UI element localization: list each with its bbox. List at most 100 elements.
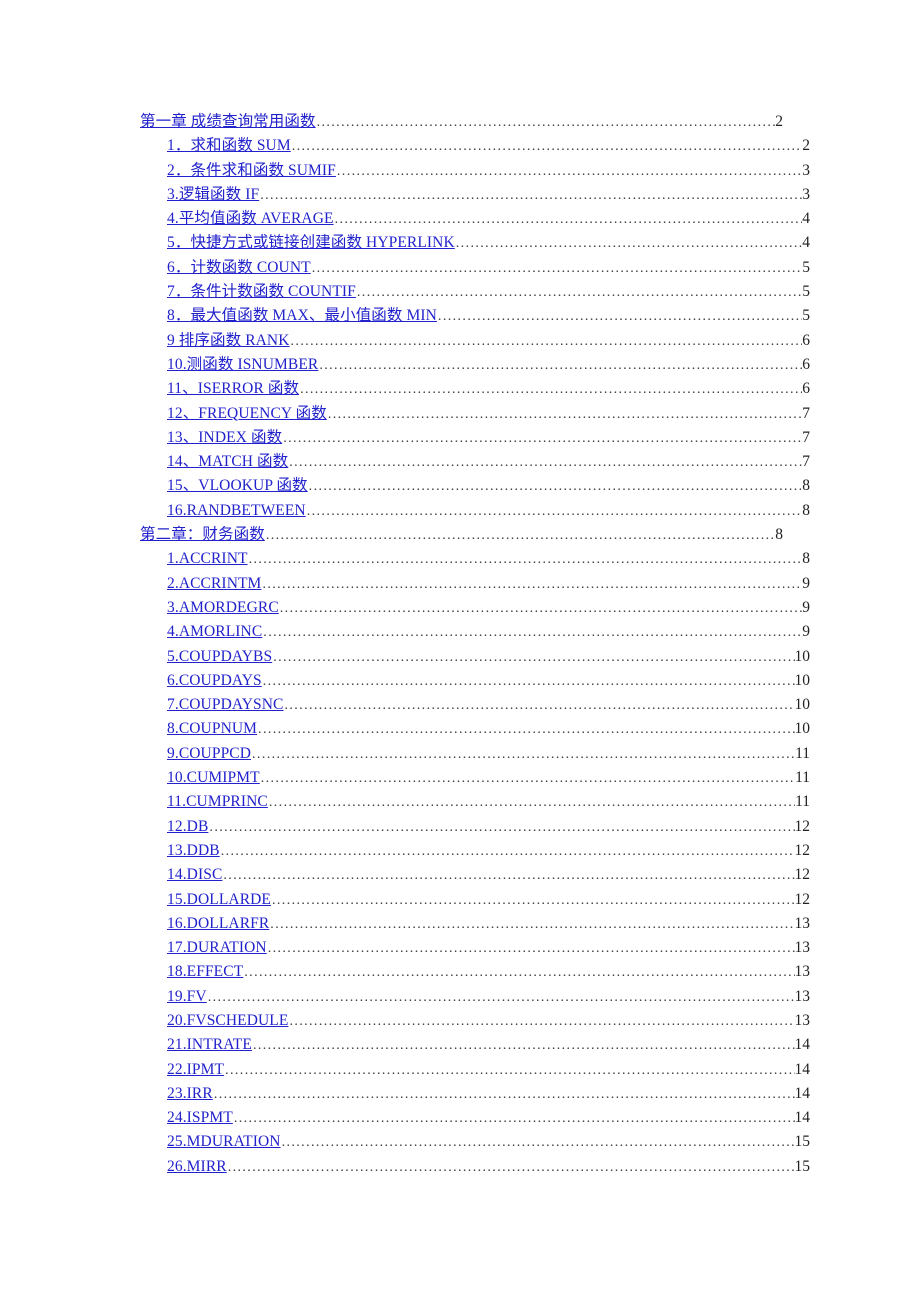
toc-dot-leader xyxy=(284,694,794,717)
toc-page-number: 14 xyxy=(794,1109,811,1127)
toc-entry-title: 7．条件计数函数 COUNTIF xyxy=(167,283,356,301)
toc-entry[interactable]: 9.COUPPCD 11 xyxy=(140,742,810,766)
toc-entry[interactable]: 16.RANDBETWEEN 8 xyxy=(140,499,810,523)
toc-entry[interactable]: 6.COUPDAYS 10 xyxy=(140,669,810,693)
toc-entry[interactable]: 11、ISERROR 函数 6 xyxy=(140,377,810,401)
table-of-contents: 第一章 成绩查询常用函数 2 1．求和函数 SUM 2 2．条件求和函数 SUMIF 3… xyxy=(140,110,810,1179)
toc-entry-title: 22.IPMT xyxy=(167,1060,225,1078)
toc-entry[interactable]: 14、MATCH 函数 7 xyxy=(140,450,810,474)
toc-entry[interactable]: 4.平均值函数 AVERAGE 4 xyxy=(140,207,810,231)
toc-entry-title: 15.DOLLARDE xyxy=(167,890,271,908)
toc-page-number: 11 xyxy=(795,769,810,787)
toc-entry[interactable]: 4.AMORLINC 9 xyxy=(140,620,810,644)
toc-entry[interactable]: 23.IRR 14 xyxy=(140,1082,810,1106)
toc-page-number: 15 xyxy=(794,1157,811,1175)
toc-entry[interactable]: 24.ISPMT 14 xyxy=(140,1106,810,1130)
toc-entry-title: 1．求和函数 SUM xyxy=(167,137,291,155)
toc-dot-leader xyxy=(268,937,795,960)
toc-entry-title: 2．条件求和函数 SUMIF xyxy=(167,161,336,179)
toc-entry[interactable]: 2．条件求和函数 SUMIF 3 xyxy=(140,159,810,183)
toc-dot-leader xyxy=(258,718,794,741)
toc-page-number: 2 xyxy=(775,113,783,130)
toc-entry[interactable]: 2.ACCRINTM 9 xyxy=(140,572,810,596)
toc-entry[interactable]: 5.COUPDAYBS 10 xyxy=(140,645,810,669)
toc-entry[interactable]: 1.ACCRINT 8 xyxy=(140,547,810,571)
toc-entry-title: 6．计数函数 COUNT xyxy=(167,258,311,276)
toc-entry-title: 23.IRR xyxy=(167,1084,213,1102)
toc-entry[interactable]: 18.EFFECT 13 xyxy=(140,960,810,984)
toc-dot-leader xyxy=(272,889,795,912)
toc-entry-title: 16.DOLLARFR xyxy=(167,914,270,932)
toc-entry-title: 21.INTRATE xyxy=(167,1036,252,1054)
toc-dot-leader xyxy=(253,1034,795,1057)
toc-entry[interactable]: 5．快捷方式或链接创建函数 HYPERLINK 4 xyxy=(140,231,810,255)
toc-entry[interactable]: 10.测函数 ISNUMBER 6 xyxy=(140,353,810,377)
toc-entry-title: 11.CUMPRINC xyxy=(167,793,268,811)
toc-page-number: 13 xyxy=(794,987,811,1005)
toc-entry[interactable]: 3.逻辑函数 IF 3 xyxy=(140,183,810,207)
toc-entry-title: 10.测函数 ISNUMBER xyxy=(167,355,319,373)
toc-page-number: 8 xyxy=(802,501,810,519)
toc-entry[interactable]: 7．条件计数函数 COUNTIF 5 xyxy=(140,280,810,304)
toc-entry[interactable]: 16.DOLLARFR 13 xyxy=(140,912,810,936)
toc-page-number: 12 xyxy=(794,890,811,908)
toc-entry[interactable]: 6．计数函数 COUNT 5 xyxy=(140,256,810,280)
toc-entry[interactable]: 26.MIRR 15 xyxy=(140,1155,810,1179)
toc-page-number: 12 xyxy=(794,841,811,859)
toc-entry[interactable]: 17.DURATION 13 xyxy=(140,936,810,960)
toc-dot-leader xyxy=(300,378,802,401)
toc-page-number: 5 xyxy=(802,258,810,276)
toc-entry[interactable]: 12、FREQUENCY 函数 7 xyxy=(140,402,810,426)
toc-page-number: 6 xyxy=(802,331,810,349)
toc-dot-leader xyxy=(249,548,803,571)
toc-dot-leader xyxy=(289,451,802,474)
toc-entry[interactable]: 第二章：财务函数 8 xyxy=(140,523,783,547)
toc-entry-title: 1.ACCRINT xyxy=(167,550,248,568)
toc-entry[interactable]: 12.DB 12 xyxy=(140,815,810,839)
toc-entry-title: 25.MDURATION xyxy=(167,1133,281,1151)
toc-entry[interactable]: 10.CUMIPMT 11 xyxy=(140,766,810,790)
toc-dot-leader xyxy=(319,354,802,377)
toc-entry[interactable]: 14.DISC 12 xyxy=(140,863,810,887)
toc-entry-title: 4.AMORLINC xyxy=(167,623,263,641)
toc-entry-title: 11、ISERROR 函数 xyxy=(167,380,300,398)
toc-entry[interactable]: 11.CUMPRINC 11 xyxy=(140,790,810,814)
toc-entry-title: 14.DISC xyxy=(167,866,223,884)
toc-entry-title: 第一章 成绩查询常用函数 xyxy=(140,113,316,130)
toc-entry[interactable]: 8.COUPNUM 10 xyxy=(140,717,810,741)
toc-entry[interactable]: 1．求和函数 SUM 2 xyxy=(140,134,810,158)
toc-page-number: 9 xyxy=(802,574,810,592)
toc-page-number: 13 xyxy=(794,1011,811,1029)
toc-dot-leader xyxy=(289,1010,794,1033)
toc-entry-title: 3.AMORDEGRC xyxy=(167,598,279,616)
toc-dot-leader xyxy=(266,524,775,547)
toc-dot-leader xyxy=(312,257,803,280)
toc-page-number: 10 xyxy=(794,696,811,714)
toc-dot-leader xyxy=(280,597,802,620)
toc-dot-leader xyxy=(263,621,802,644)
toc-page-number: 15 xyxy=(794,1133,811,1151)
toc-entry[interactable]: 8．最大值函数 MAX、最小值函数 MIN 5 xyxy=(140,304,810,328)
toc-entry[interactable]: 15、VLOOKUP 函数 8 xyxy=(140,474,810,498)
toc-entry[interactable]: 25.MDURATION 15 xyxy=(140,1130,810,1154)
toc-entry[interactable]: 15.DOLLARDE 12 xyxy=(140,888,810,912)
toc-entry-title: 12、FREQUENCY 函数 xyxy=(167,404,327,422)
toc-page-number: 13 xyxy=(794,914,811,932)
toc-entry-title: 15、VLOOKUP 函数 xyxy=(167,477,308,495)
toc-entry[interactable]: 20.FVSCHEDULE 13 xyxy=(140,1009,810,1033)
toc-entry[interactable]: 19.FV 13 xyxy=(140,985,810,1009)
toc-entry[interactable]: 9 排序函数 RANK 6 xyxy=(140,329,810,353)
toc-dot-leader xyxy=(270,913,794,936)
toc-entry[interactable]: 22.IPMT 14 xyxy=(140,1058,810,1082)
toc-dot-leader xyxy=(214,1083,795,1106)
toc-dot-leader xyxy=(307,500,803,523)
toc-entry-title: 19.FV xyxy=(167,987,207,1005)
toc-entry[interactable]: 3.AMORDEGRC 9 xyxy=(140,596,810,620)
toc-entry[interactable]: 21.INTRATE 14 xyxy=(140,1033,810,1057)
toc-dot-leader xyxy=(208,986,795,1009)
toc-entry-title: 17.DURATION xyxy=(167,939,267,957)
toc-entry[interactable]: 13、INDEX 函数 7 xyxy=(140,426,810,450)
toc-entry[interactable]: 第一章 成绩查询常用函数 2 xyxy=(140,110,783,134)
toc-entry[interactable]: 7.COUPDAYSNC 10 xyxy=(140,693,810,717)
toc-entry[interactable]: 13.DDB 12 xyxy=(140,839,810,863)
